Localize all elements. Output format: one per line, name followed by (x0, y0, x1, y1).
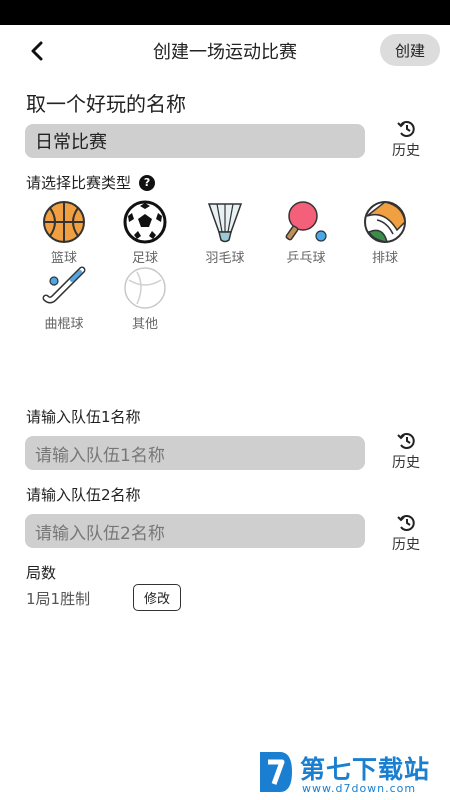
soccer-ball-icon (123, 200, 167, 244)
history-label: 历史 (392, 455, 420, 471)
name-history-button[interactable]: 历史 (386, 118, 426, 160)
sport-name: 排球 (371, 251, 398, 266)
watermark-url: www.d7down.com (302, 782, 417, 795)
sport-name: 篮球 (50, 251, 77, 266)
sport-volleyball[interactable]: 排球 (355, 200, 415, 266)
basketball-icon (43, 201, 85, 243)
match-type-label: 请选择比赛类型 ? (26, 172, 156, 193)
team1-input[interactable]: 请输入队伍1名称 (25, 436, 365, 470)
help-icon[interactable]: ? (139, 174, 156, 191)
other-ball-icon (124, 267, 166, 309)
history-label: 历史 (392, 143, 420, 159)
history-icon (397, 433, 415, 449)
sport-ping-pong[interactable]: 乒乓球 (276, 200, 336, 266)
sport-basketball[interactable]: 篮球 (34, 200, 94, 266)
watermark-title: 第七下载站 (300, 755, 431, 784)
team2-placeholder: 请输入队伍2名称 (35, 523, 165, 544)
history-icon (397, 515, 415, 531)
match-name-input[interactable]: 日常比赛 (25, 124, 365, 158)
modify-rounds-button[interactable]: 修改 (133, 584, 181, 611)
volleyball-icon (364, 201, 406, 243)
team2-history-button[interactable]: 历史 (386, 512, 426, 554)
team1-history-button[interactable]: 历史 (386, 430, 426, 472)
shuttlecock-icon (207, 203, 243, 243)
create-button[interactable]: 创建 (380, 34, 440, 66)
sport-name: 足球 (131, 251, 158, 266)
sport-name: 羽毛球 (205, 251, 245, 266)
sport-soccer[interactable]: 足球 (115, 200, 175, 266)
team2-label: 请输入队伍2名称 (26, 486, 141, 504)
rounds-value: 1局1胜制 (26, 590, 91, 608)
header: 创建一场运动比赛 创建 (0, 25, 450, 75)
match-name-value: 日常比赛 (35, 132, 107, 153)
team1-placeholder: 请输入队伍1名称 (35, 445, 165, 466)
sport-badminton[interactable]: 羽毛球 (195, 200, 255, 266)
watermark: 第七下载站 www.d7down.com (256, 748, 446, 798)
name-section-title: 取一个好玩的名称 (26, 92, 186, 116)
sport-name: 乒乓球 (286, 251, 326, 266)
history-icon (397, 121, 415, 137)
rounds-label: 局数 (26, 564, 57, 582)
sport-other[interactable]: 其他 (115, 266, 175, 332)
d7-logo-icon (260, 752, 292, 792)
sport-name: 其他 (131, 317, 158, 332)
history-label: 历史 (392, 537, 420, 553)
hockey-stick-icon (42, 266, 86, 304)
sport-name: 曲棍球 (44, 317, 84, 332)
ping-pong-icon (285, 201, 327, 242)
sport-hockey[interactable]: 曲棍球 (34, 266, 94, 332)
team1-label: 请输入队伍1名称 (26, 408, 141, 426)
team2-input[interactable]: 请输入队伍2名称 (25, 514, 365, 548)
status-bar (0, 0, 450, 25)
